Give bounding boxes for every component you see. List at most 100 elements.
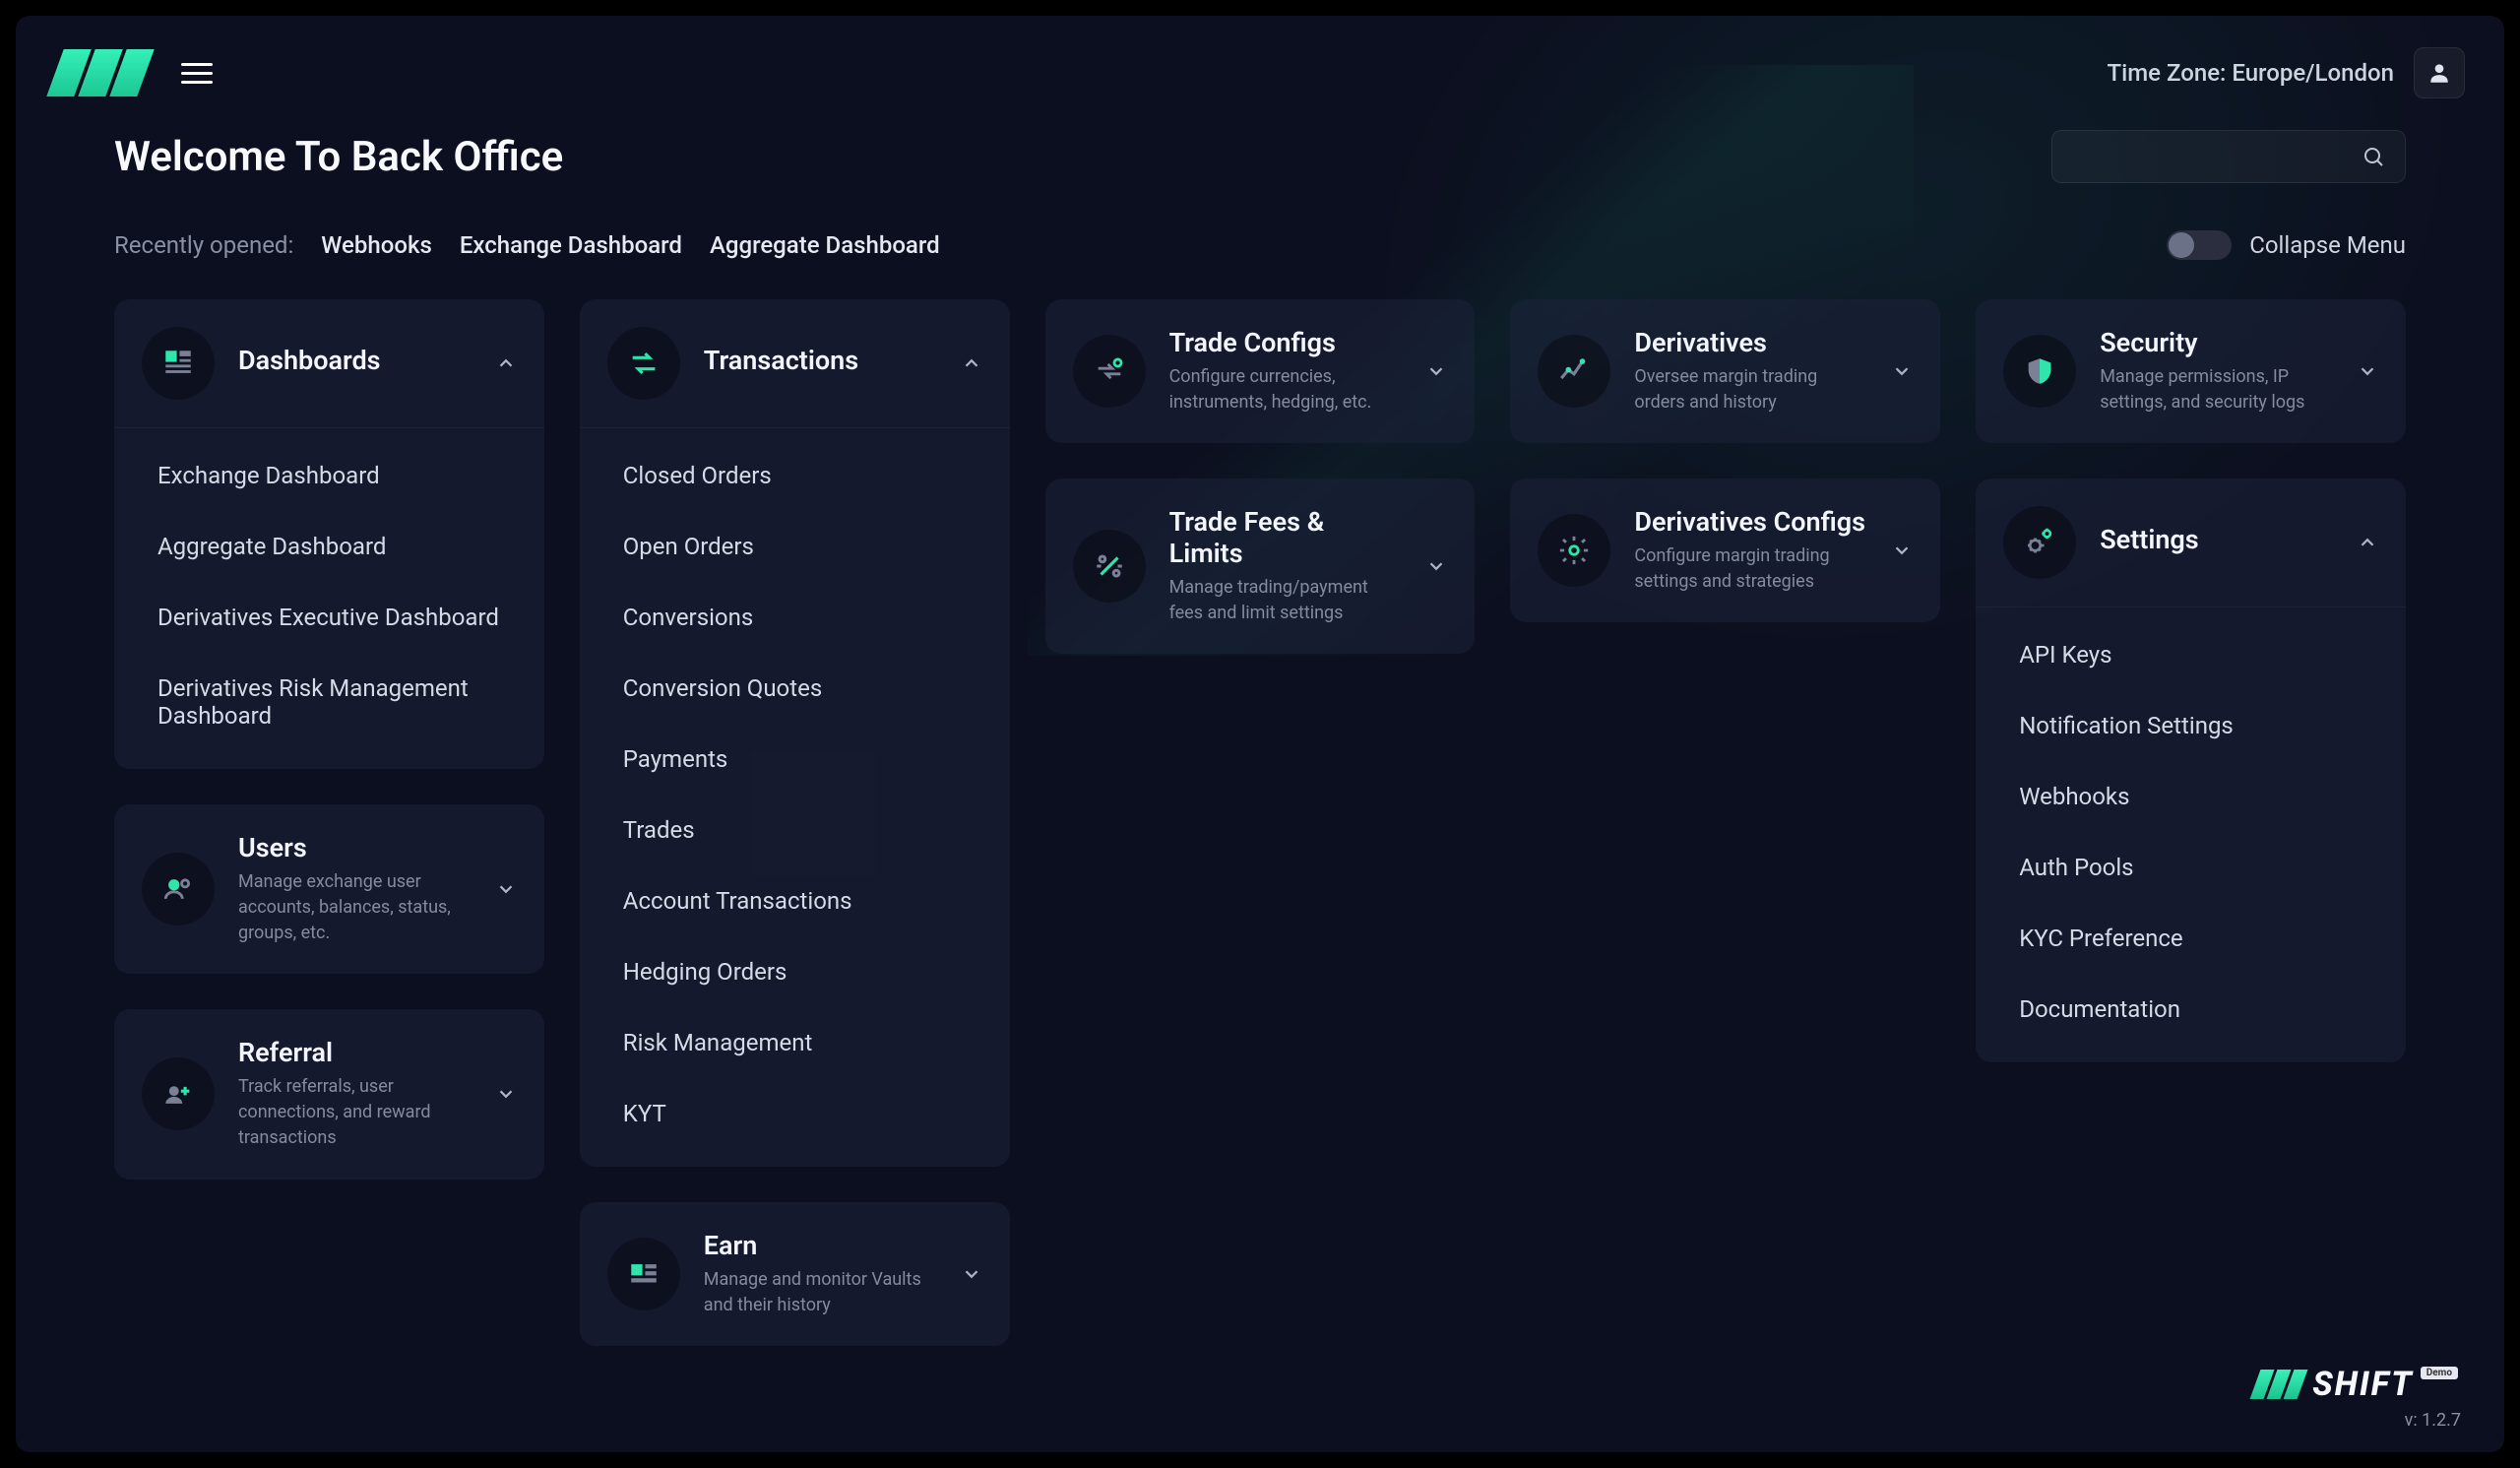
card-title: Settings (2100, 524, 2333, 555)
referral-header[interactable]: Referral Track referrals, user connectio… (114, 1009, 544, 1179)
earn-card: Earn Manage and monitor Vaults and their… (580, 1202, 1010, 1346)
footer-logo-icon (2255, 1370, 2302, 1399)
fees-icon (1093, 549, 1126, 583)
footer-brand: SHIFT (2312, 1365, 2414, 1404)
footer: SHIFT Demo v: 1.2.7 (2255, 1365, 2461, 1431)
dashboards-header[interactable]: Dashboards (114, 299, 544, 428)
users-icon (161, 872, 195, 906)
card-title: Users (238, 832, 472, 863)
config-swap-icon (1093, 354, 1126, 388)
trade-configs-header[interactable]: Trade Configs Configure currencies, inst… (1045, 299, 1476, 443)
card-title: Earn (704, 1230, 937, 1261)
derivatives-configs-header[interactable]: Derivatives Configs Configure margin tra… (1510, 479, 1940, 622)
dashboard-icon (161, 347, 195, 380)
nav-item-closed-orders[interactable]: Closed Orders (580, 440, 1010, 511)
card-title: Dashboards (238, 345, 472, 376)
nav-item-notification-settings[interactable]: Notification Settings (1976, 690, 2406, 761)
nav-item-payments[interactable]: Payments (580, 724, 1010, 795)
trade-fees-header[interactable]: Trade Fees & Limits Manage trading/payme… (1045, 479, 1476, 654)
chevron-down-icon (1425, 555, 1447, 577)
swap-icon (627, 347, 661, 380)
chevron-down-icon (2357, 360, 2378, 382)
card-title: Referral (238, 1037, 472, 1068)
nav-item-conversions[interactable]: Conversions (580, 582, 1010, 653)
nav-item-account-transactions[interactable]: Account Transactions (580, 865, 1010, 936)
user-icon (2426, 60, 2452, 86)
shield-icon (2023, 354, 2056, 388)
recent-link[interactable]: Exchange Dashboard (460, 231, 682, 259)
card-subtitle: Manage exchange user accounts, balances,… (238, 869, 472, 946)
nav-item-exchange-dashboard[interactable]: Exchange Dashboard (114, 440, 544, 511)
users-card: Users Manage exchange user accounts, bal… (114, 804, 544, 974)
search-input[interactable] (2051, 130, 2406, 183)
chevron-down-icon (961, 1263, 982, 1285)
chevron-up-icon (961, 352, 982, 374)
card-title: Security (2100, 327, 2333, 358)
card-subtitle: Manage and monitor Vaults and their hist… (704, 1267, 937, 1318)
nav-item-kyt[interactable]: KYT (580, 1078, 1010, 1149)
search-icon (2362, 145, 2385, 168)
version-label: v: 1.2.7 (2255, 1410, 2461, 1431)
collapse-menu-label: Collapse Menu (2249, 231, 2406, 259)
dashboards-card: Dashboards Exchange Dashboard Aggregate … (114, 299, 544, 769)
nav-item-api-keys[interactable]: API Keys (1976, 619, 2406, 690)
recent-label: Recently opened: (114, 231, 293, 259)
recent-link[interactable]: Webhooks (321, 231, 432, 259)
chevron-down-icon (495, 1083, 517, 1105)
earn-header[interactable]: Earn Manage and monitor Vaults and their… (580, 1202, 1010, 1346)
nav-item-open-orders[interactable]: Open Orders (580, 511, 1010, 582)
card-subtitle: Configure margin trading settings and st… (1634, 543, 1867, 595)
chevron-down-icon (495, 878, 517, 900)
security-card: Security Manage permissions, IP settings… (1976, 299, 2406, 443)
vault-icon (627, 1257, 661, 1291)
nav-item-auth-pools[interactable]: Auth Pools (1976, 832, 2406, 903)
card-title: Trade Configs (1169, 327, 1403, 358)
referral-icon (161, 1077, 195, 1111)
nav-item-risk-management[interactable]: Risk Management (580, 1007, 1010, 1078)
security-header[interactable]: Security Manage permissions, IP settings… (1976, 299, 2406, 443)
settings-header[interactable]: Settings (1976, 479, 2406, 607)
nav-item-derivatives-risk-dashboard[interactable]: Derivatives Risk Management Dashboard (114, 653, 544, 751)
timezone-label: Time Zone: Europe/London (2108, 59, 2394, 87)
card-title: Derivatives Configs (1634, 506, 1867, 538)
trade-configs-card: Trade Configs Configure currencies, inst… (1045, 299, 1476, 443)
chevron-down-icon (1891, 540, 1913, 561)
trade-fees-card: Trade Fees & Limits Manage trading/payme… (1045, 479, 1476, 654)
chevron-up-icon (495, 352, 517, 374)
nav-item-webhooks[interactable]: Webhooks (1976, 761, 2406, 832)
card-subtitle: Manage trading/payment fees and limit se… (1169, 575, 1403, 626)
nav-item-kyc-preference[interactable]: KYC Preference (1976, 903, 2406, 974)
nav-item-conversion-quotes[interactable]: Conversion Quotes (580, 653, 1010, 724)
page-title: Welcome To Back Office (114, 133, 563, 181)
derivatives-configs-card: Derivatives Configs Configure margin tra… (1510, 479, 1940, 622)
derivatives-header[interactable]: Derivatives Oversee margin trading order… (1510, 299, 1940, 443)
referral-card: Referral Track referrals, user connectio… (114, 1009, 544, 1179)
brand-logo (55, 49, 146, 96)
menu-toggle-button[interactable] (181, 63, 213, 84)
gear-icon (1557, 534, 1591, 567)
derivatives-card: Derivatives Oversee margin trading order… (1510, 299, 1940, 443)
nav-item-trades[interactable]: Trades (580, 795, 1010, 865)
user-menu-button[interactable] (2414, 47, 2465, 98)
card-subtitle: Oversee margin trading orders and histor… (1634, 364, 1867, 415)
transactions-header[interactable]: Transactions (580, 299, 1010, 428)
users-header[interactable]: Users Manage exchange user accounts, bal… (114, 804, 544, 974)
nav-item-hedging-orders[interactable]: Hedging Orders (580, 936, 1010, 1007)
recent-link[interactable]: Aggregate Dashboard (710, 231, 940, 259)
chart-line-icon (1557, 354, 1591, 388)
settings-card: Settings API Keys Notification Settings … (1976, 479, 2406, 1062)
nav-item-aggregate-dashboard[interactable]: Aggregate Dashboard (114, 511, 544, 582)
card-subtitle: Configure currencies, instruments, hedgi… (1169, 364, 1403, 415)
gears-icon (2022, 525, 2057, 560)
card-title: Trade Fees & Limits (1169, 506, 1403, 569)
chevron-down-icon (1425, 360, 1447, 382)
nav-item-derivatives-exec-dashboard[interactable]: Derivatives Executive Dashboard (114, 582, 544, 653)
footer-badge: Demo (2421, 1367, 2458, 1379)
chevron-up-icon (2357, 532, 2378, 553)
collapse-menu-toggle[interactable] (2167, 230, 2232, 260)
card-title: Transactions (704, 345, 937, 376)
nav-item-documentation[interactable]: Documentation (1976, 974, 2406, 1045)
card-subtitle: Track referrals, user connections, and r… (238, 1074, 472, 1151)
card-title: Derivatives (1634, 327, 1867, 358)
card-subtitle: Manage permissions, IP settings, and sec… (2100, 364, 2333, 415)
